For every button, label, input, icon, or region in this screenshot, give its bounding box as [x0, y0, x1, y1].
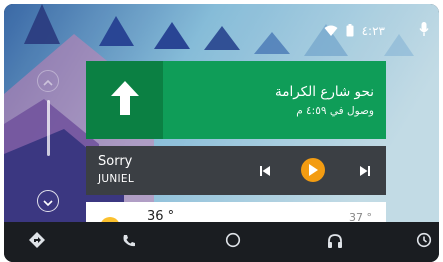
navigation-card[interactable]: نحو شارع الكرامة وصول في ٤:٥٩ م — [86, 61, 386, 139]
home-button[interactable] — [213, 222, 253, 262]
previous-track-button[interactable] — [253, 158, 277, 182]
battery-icon — [346, 22, 354, 41]
car-display: ٤:٢٣ نحو شارع الكرامة وصول في ٤:٥٩ م Sor… — [4, 4, 439, 262]
music-button[interactable] — [315, 222, 355, 262]
street-name: نحو شارع الكرامة — [274, 83, 374, 100]
maneuver-box — [86, 61, 163, 139]
skip-next-icon — [360, 161, 370, 180]
overview-icon — [416, 232, 432, 252]
artist-name: JUNIEL — [98, 173, 135, 185]
scroll-indicator[interactable] — [47, 100, 50, 156]
straight-arrow-icon — [110, 81, 139, 119]
chevron-up-icon — [43, 72, 53, 91]
navigation-text: نحو شارع الكرامة وصول في ٤:٥٩ م — [163, 61, 386, 139]
play-icon — [308, 161, 318, 180]
song-title: Sorry — [98, 154, 133, 169]
microphone-icon[interactable] — [419, 21, 429, 41]
next-track-button[interactable] — [353, 158, 377, 182]
play-button[interactable] — [301, 158, 325, 182]
scroll-up-button[interactable] — [37, 70, 59, 92]
navigation-button[interactable] — [17, 222, 57, 262]
media-card[interactable]: Sorry JUNIEL — [86, 146, 386, 195]
scroll-down-button[interactable] — [37, 190, 59, 212]
phone-icon — [122, 233, 136, 252]
home-icon — [225, 232, 241, 252]
clock: ٤:٢٣ — [361, 24, 385, 38]
headphones-icon — [327, 233, 343, 252]
chevron-down-icon — [43, 192, 53, 211]
phone-button[interactable] — [109, 222, 149, 262]
bottom-app-bar — [4, 222, 439, 262]
overview-button[interactable] — [404, 222, 439, 262]
arrival-time: وصول في ٤:٥٩ م — [296, 104, 374, 117]
wifi-icon — [324, 22, 338, 41]
status-bar: ٤:٢٣ — [324, 21, 429, 41]
navigation-icon — [29, 232, 45, 252]
skip-previous-icon — [260, 161, 270, 180]
